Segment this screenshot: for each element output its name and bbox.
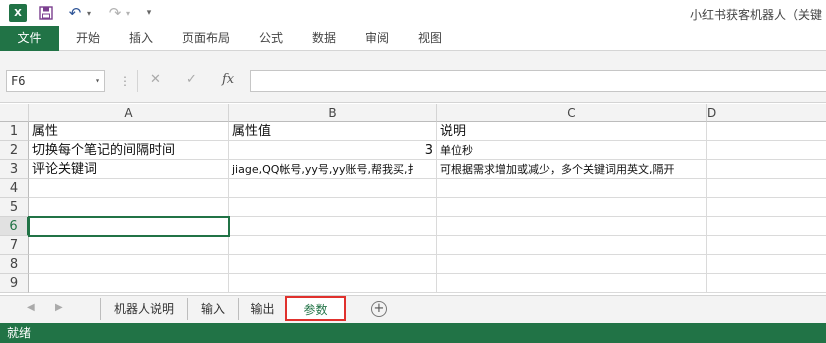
row-header-5[interactable]: 5 [0,198,29,217]
formula-bar-area: F6 ▾ ⋮ ✕ ✓ fx [0,51,826,103]
name-box-dropdown-icon[interactable]: ▾ [95,71,100,91]
cell-c3[interactable]: 可根据需求增加或减少，多个关键词用英文,隔开 [437,160,707,179]
sheet-tab-output[interactable]: 输出 [239,298,287,320]
tab-formulas[interactable]: 公式 [250,26,292,51]
tab-page-layout[interactable]: 页面布局 [176,26,236,51]
prev-sheet-icon[interactable]: ◀ [27,302,35,313]
row-header-4[interactable]: 4 [0,179,29,198]
enter-icon[interactable]: ✓ [186,72,197,87]
tab-insert[interactable]: 插入 [119,26,163,51]
formula-bar-grip-icon: ⋮ [119,74,131,88]
cell-b1[interactable]: 属性值 [229,122,437,141]
quick-access-toolbar: X ↶ ▾ ↷ ▾ ▾ 小红书获客机器人（关键 [0,0,826,26]
next-sheet-icon[interactable]: ▶ [55,302,63,313]
excel-window: X ↶ ▾ ↷ ▾ ▾ 小红书获客机器人（关键 文件 开始 插入 页面布局 公式… [0,0,826,343]
cancel-icon[interactable]: ✕ [150,72,161,87]
sheet-tab-robot-info[interactable]: 机器人说明 [100,298,188,320]
customize-toolbar-icon[interactable]: ▾ [144,4,154,22]
undo-icon[interactable]: ↶ [67,4,83,22]
tab-view[interactable]: 视图 [408,26,452,51]
row-header-2[interactable]: 2 [0,141,29,160]
select-all-corner[interactable] [0,104,29,122]
column-header-c[interactable]: C [437,104,707,122]
ribbon-tabs: 文件 开始 插入 页面布局 公式 数据 审阅 视图 [0,26,826,51]
redo-icon[interactable]: ↷ [107,4,123,22]
sheet-tab-bar: ◀ ▶ 机器人说明 输入 输出 参数 + [0,295,826,323]
add-sheet-icon[interactable]: + [371,301,387,317]
cell-b2[interactable]: 3 [229,141,437,160]
redo-dropdown-icon[interactable]: ▾ [124,4,132,22]
cell-a2[interactable]: 切换每个笔记的间隔时间 [29,141,229,160]
formula-buttons: ✕ ✓ fx [137,70,247,92]
column-header-b[interactable]: B [229,104,437,122]
save-icon[interactable] [38,4,54,22]
row-header-7[interactable]: 7 [0,236,29,255]
cell-a1[interactable]: 属性 [29,122,229,141]
sheet-tab-params[interactable]: 参数 [285,296,346,321]
row-header-6[interactable]: 6 [0,217,29,236]
window-title: 小红书获客机器人（关键 [690,8,823,22]
name-box-value: F6 [11,74,26,88]
formula-input[interactable] [250,70,826,92]
undo-dropdown-icon[interactable]: ▾ [85,4,93,22]
row-header-1[interactable]: 1 [0,122,29,141]
tab-review[interactable]: 审阅 [355,26,399,51]
worksheet-grid[interactable]: A B C D 1 2 3 4 5 6 7 8 9 属性 属性值 说明 切换每个… [0,104,826,295]
insert-function-icon[interactable]: fx [222,72,234,87]
status-bar: 就绪 [0,323,826,343]
selected-cell-a6[interactable] [28,216,230,237]
excel-logo-icon: X [9,4,27,22]
sheet-tab-input[interactable]: 输入 [188,298,239,320]
cell-b3[interactable]: jiage,QQ帐号,yy号,yy账号,帮我买,扌 [229,160,437,179]
tab-home[interactable]: 开始 [66,26,110,51]
cell-c1[interactable]: 说明 [437,122,707,141]
column-header-a[interactable]: A [29,104,229,122]
column-header-d[interactable]: D [707,104,826,122]
row-header-3[interactable]: 3 [0,160,29,179]
status-text: 就绪 [7,326,32,340]
row-header-9[interactable]: 9 [0,274,29,293]
tab-file[interactable]: 文件 [0,26,59,51]
cell-a3[interactable]: 评论关键词 [29,160,229,179]
tab-data[interactable]: 数据 [302,26,346,51]
name-box[interactable]: F6 ▾ [6,70,105,92]
cell-c2[interactable]: 单位秒 [437,141,707,160]
row-header-8[interactable]: 8 [0,255,29,274]
